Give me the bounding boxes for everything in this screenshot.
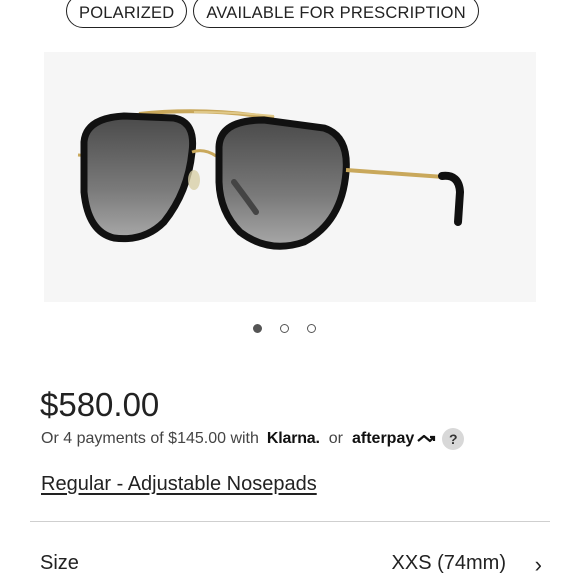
size-label: Size [40, 552, 79, 574]
carousel-indicator [253, 324, 316, 333]
carousel-dot[interactable] [253, 324, 262, 333]
tag-prescription: AVAILABLE FOR PRESCRIPTION [193, 0, 479, 28]
or-text: or [328, 430, 343, 447]
feature-tags: POLARIZED AVAILABLE FOR PRESCRIPTION [66, 0, 479, 28]
tag-polarized: POLARIZED [66, 0, 188, 28]
size-selector[interactable]: Size XXS (74mm) › [40, 552, 542, 582]
help-icon[interactable]: ? [442, 428, 465, 450]
afterpay-logo[interactable]: afterpay [352, 430, 436, 448]
afterpay-arrows-icon [417, 434, 436, 443]
sunglasses-image [77, 109, 465, 250]
klarna-logo[interactable]: Klarna. [267, 430, 320, 448]
carousel-dot[interactable] [280, 324, 289, 333]
installments-text: Or 4 payments of $145.00 with [41, 430, 259, 447]
size-value: XXS (74mm) [391, 552, 506, 574]
installments-info: Or 4 payments of $145.00 with Klarna. or… [41, 428, 465, 450]
lens-option-link[interactable]: Regular - Adjustable Nosepads [41, 473, 317, 496]
product-image[interactable] [44, 52, 536, 302]
price: $580.00 [40, 386, 160, 423]
carousel-dot[interactable] [307, 324, 316, 333]
divider [30, 521, 550, 522]
chevron-right-icon: › [534, 552, 542, 577]
afterpay-label: afterpay [351, 430, 415, 447]
